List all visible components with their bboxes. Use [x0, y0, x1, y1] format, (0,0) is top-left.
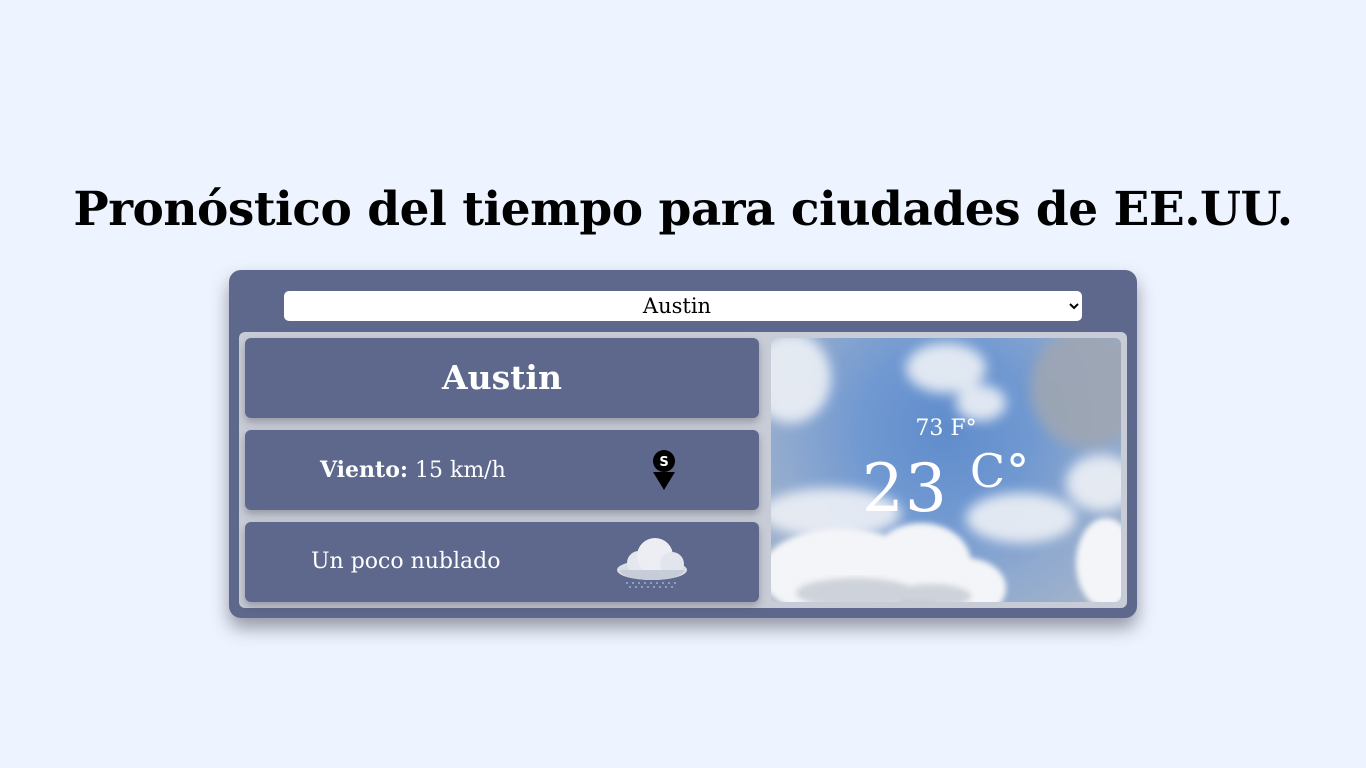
wind-value: 15 km/h — [415, 458, 506, 483]
city-box: Austin — [245, 338, 759, 418]
weather-panel: Austin Viento: 15 km/h S Un poco nublado — [239, 332, 1127, 608]
condition-text: Un poco nublado — [311, 549, 501, 574]
location-pin-icon: S — [653, 450, 675, 490]
temperature-fahrenheit: 73 F° — [915, 416, 977, 441]
wind-info: Viento: 15 km/h — [320, 430, 506, 511]
wind-label: Viento: — [320, 457, 408, 483]
sky-image: 73 F° 23 C° — [771, 338, 1121, 602]
city-select[interactable]: Austin — [284, 291, 1082, 321]
weather-card: Austin Austin Viento: 15 km/h S Un poco … — [229, 270, 1137, 618]
temperature-celsius-value: 23 — [861, 450, 948, 527]
city-name: Austin — [442, 358, 562, 397]
cloud-snow-icon — [617, 538, 687, 588]
svg-text:S: S — [659, 455, 668, 470]
temperature-celsius-unit: C° — [969, 444, 1031, 498]
page-title: Pronóstico del tiempo para ciudades de E… — [73, 182, 1293, 237]
wind-box: Viento: 15 km/h S — [245, 430, 759, 510]
temperature-celsius: 23 C° — [771, 444, 1121, 527]
condition-box: Un poco nublado — [245, 522, 759, 602]
